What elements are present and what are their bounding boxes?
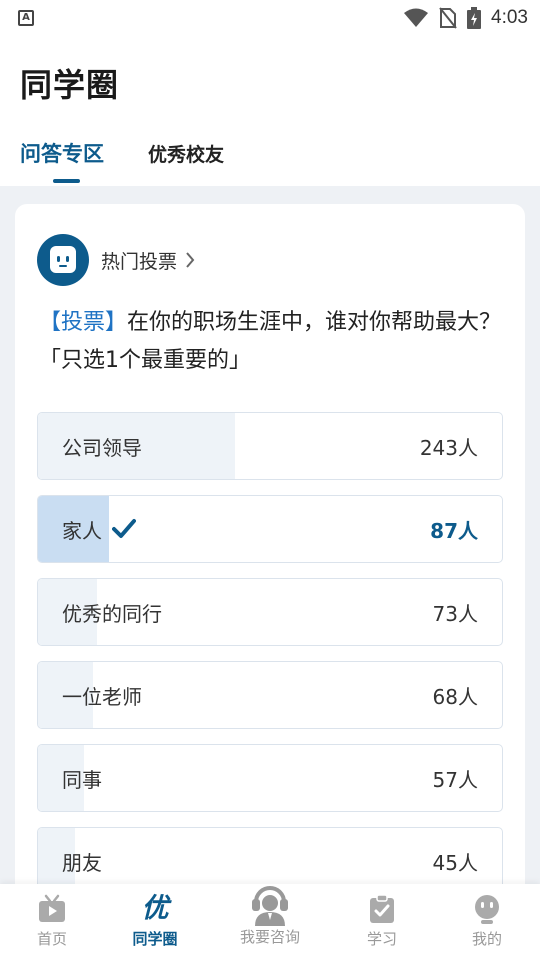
wifi-icon bbox=[404, 8, 429, 27]
poll-option[interactable]: 优秀的同行 73人 bbox=[37, 578, 503, 646]
poll-card: 热门投票 【投票】在你的职场生涯中，谁对你帮助最大？「只选1个最重要的」 公司领… bbox=[15, 204, 525, 924]
poll-tag: 【投票】 bbox=[39, 310, 128, 335]
option-label: 朋友 bbox=[62, 850, 102, 875]
tv-icon bbox=[39, 894, 65, 922]
option-count: 243人 bbox=[419, 435, 478, 460]
option-label: 同事 bbox=[62, 767, 102, 792]
option-label: 优秀的同行 bbox=[62, 601, 162, 626]
option-label: 家人 bbox=[62, 518, 102, 543]
no-sim-icon bbox=[439, 7, 457, 29]
nav-classmates[interactable]: 优 同学圈 bbox=[105, 894, 205, 949]
nav-consult[interactable]: 我要咨询 bbox=[220, 880, 320, 947]
app-notification-icon: A bbox=[18, 10, 34, 26]
checkmark-icon bbox=[112, 519, 136, 538]
option-label: 公司领导 bbox=[62, 435, 142, 460]
hot-poll-label: 热门投票 bbox=[101, 250, 178, 273]
page-title: 同学圈 bbox=[20, 66, 120, 104]
nav-home[interactable]: 首页 bbox=[2, 894, 102, 949]
nav-study[interactable]: 学习 bbox=[332, 894, 432, 949]
poll-option[interactable]: 一位老师 68人 bbox=[37, 661, 503, 729]
poll-option-selected[interactable]: 家人 87人 bbox=[37, 495, 503, 563]
app-header: 同学圈 问答专区 优秀校友 bbox=[0, 38, 540, 186]
nav-label: 首页 bbox=[36, 930, 67, 948]
nav-label: 我的 bbox=[471, 930, 502, 948]
headset-agent-icon bbox=[252, 886, 288, 926]
tab-alumni[interactable]: 优秀校友 bbox=[148, 140, 224, 167]
option-label: 一位老师 bbox=[62, 684, 142, 709]
you-logo-icon: 优 bbox=[141, 893, 169, 924]
nav-profile[interactable]: 我的 bbox=[437, 894, 537, 949]
robot-profile-icon bbox=[475, 895, 499, 924]
option-count: 87人 bbox=[430, 518, 478, 543]
status-icons: 4:03 bbox=[403, 6, 528, 30]
robot-avatar bbox=[37, 234, 89, 286]
option-count: 73人 bbox=[432, 601, 478, 626]
nav-label: 我要咨询 bbox=[239, 928, 300, 946]
active-tab-indicator bbox=[53, 179, 80, 183]
chevron-right-icon bbox=[186, 252, 195, 268]
status-bar: A 4:03 bbox=[0, 0, 540, 38]
hot-poll-link[interactable]: 热门投票 bbox=[37, 234, 195, 286]
nav-label: 同学圈 bbox=[132, 930, 178, 948]
clipboard-check-icon bbox=[370, 894, 394, 923]
poll-option[interactable]: 同事 57人 bbox=[37, 744, 503, 812]
tab-qa[interactable]: 问答专区 bbox=[20, 138, 104, 168]
nav-label: 学习 bbox=[366, 930, 397, 948]
option-count: 57人 bbox=[432, 767, 478, 792]
option-count: 68人 bbox=[432, 684, 478, 709]
poll-option[interactable]: 公司领导 243人 bbox=[37, 412, 503, 480]
clock: 4:03 bbox=[491, 7, 528, 28]
battery-charging-icon bbox=[467, 7, 482, 29]
poll-question: 【投票】在你的职场生涯中，谁对你帮助最大？「只选1个最重要的」 bbox=[39, 304, 509, 380]
